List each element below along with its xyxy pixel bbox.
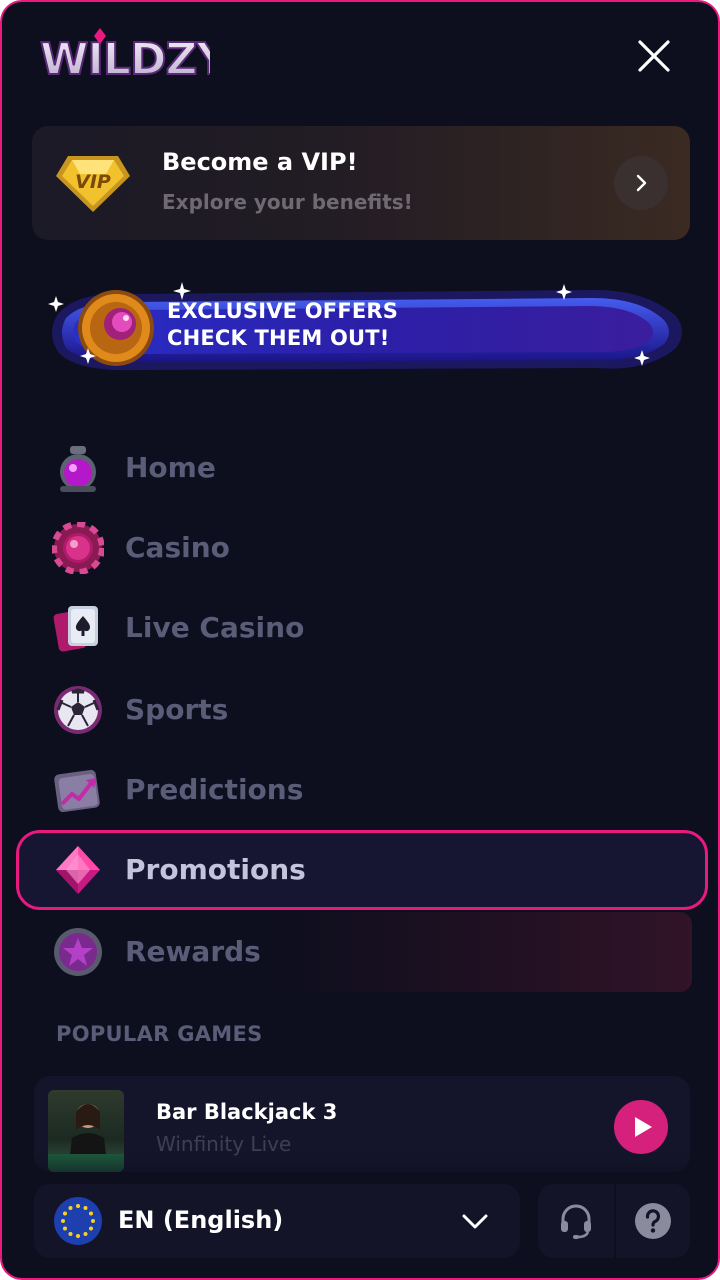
vip-title: Become a VIP! — [162, 148, 358, 176]
svg-text:WILDZY: WILDZY — [40, 34, 210, 84]
offers-text: EXCLUSIVE OFFERS CHECK THEM OUT! — [167, 299, 399, 350]
playing-cards-icon — [53, 606, 98, 652]
trending-chart-icon — [54, 769, 100, 813]
nav-item-casino[interactable]: Casino — [16, 508, 708, 588]
support-actions — [538, 1184, 690, 1258]
star-medal-icon — [54, 928, 102, 976]
nav-label: Promotions — [125, 853, 306, 886]
svg-text:VIP: VIP — [75, 171, 111, 193]
soccer-ball-icon — [54, 686, 102, 734]
vip-promo-card[interactable]: VIP Become a VIP! Explore your benefits! — [32, 126, 690, 240]
casino-chip-icon — [52, 522, 104, 574]
side-menu-panel: WILDZY VIP Become a VIP! Explore your be… — [0, 0, 720, 1280]
nav-item-rewards[interactable]: Rewards — [16, 912, 708, 992]
nav-label: Home — [125, 451, 216, 484]
nav-item-live-casino[interactable]: Live Casino — [16, 588, 708, 668]
close-icon — [638, 40, 670, 72]
chevron-right-icon — [636, 174, 647, 192]
close-menu-button[interactable] — [628, 30, 680, 82]
game-title: Bar Blackjack 3 — [156, 1100, 338, 1124]
play-button[interactable] — [614, 1100, 668, 1154]
exclusive-offers-banner[interactable]: EXCLUSIVE OFFERS CHECK THEM OUT! — [36, 272, 688, 394]
play-icon — [635, 1117, 652, 1137]
help-button[interactable] — [616, 1184, 690, 1258]
vip-diamond-icon: VIP — [54, 150, 132, 214]
vip-open-button[interactable] — [614, 156, 668, 210]
nav-label: Live Casino — [125, 611, 305, 644]
nav-label: Rewards — [125, 935, 261, 968]
headset-icon — [561, 1204, 591, 1239]
nav-item-predictions[interactable]: Predictions — [16, 750, 708, 830]
question-mark-icon — [635, 1203, 671, 1239]
nav-item-home[interactable]: Home — [16, 428, 708, 508]
nav-item-promotions[interactable]: Promotions — [16, 830, 708, 910]
language-selector[interactable]: EN (English) — [34, 1184, 520, 1258]
vip-subtitle: Explore your benefits! — [162, 190, 413, 214]
language-label: EN (English) — [118, 1206, 284, 1234]
potion-icon — [60, 446, 96, 492]
nav-label: Sports — [125, 693, 229, 726]
chevron-down-icon — [462, 1214, 488, 1229]
eu-flag-icon — [54, 1197, 102, 1245]
wildzy-logo[interactable]: WILDZY — [38, 26, 231, 86]
nav-label: Predictions — [125, 773, 304, 806]
gem-icon — [56, 846, 100, 894]
nav-item-sports[interactable]: Sports — [16, 670, 708, 750]
popular-games-heading: POPULAR GAMES — [56, 1022, 263, 1046]
nav-label: Casino — [125, 531, 230, 564]
support-chat-button[interactable] — [538, 1184, 614, 1258]
